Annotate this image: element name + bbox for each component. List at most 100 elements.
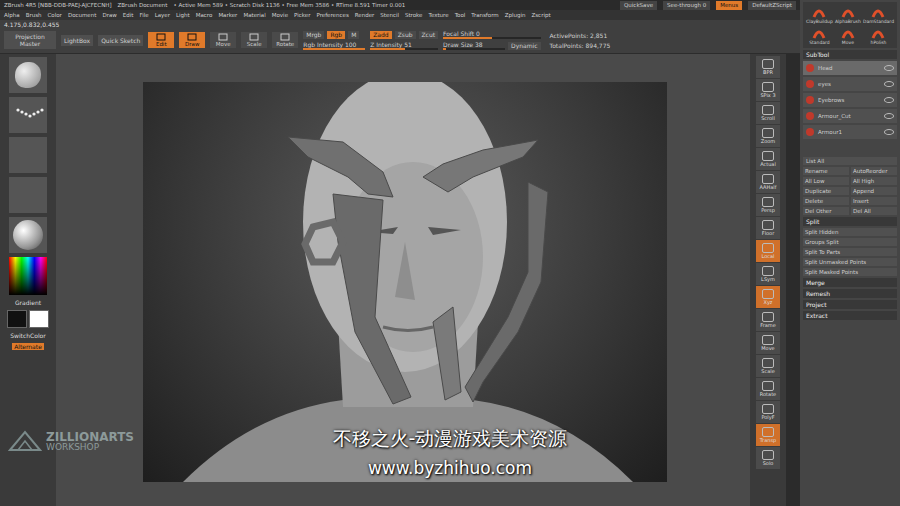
shelf-thumb[interactable]: [9, 137, 47, 173]
menu-item[interactable]: Tool: [455, 12, 466, 18]
view-button[interactable]: Move: [756, 332, 780, 354]
view-button[interactable]: Rotate: [756, 378, 780, 400]
view-button[interactable]: SPix 3: [756, 79, 780, 101]
view-button[interactable]: Frame: [756, 309, 780, 331]
brush-item[interactable]: ClayBuildup: [806, 5, 833, 24]
menu-item[interactable]: Marker: [218, 12, 237, 18]
menu-item[interactable]: Transform: [471, 12, 498, 18]
subtool-button[interactable]: Del Other: [803, 207, 849, 215]
shelf-thumb[interactable]: [9, 57, 47, 93]
subtool-button[interactable]: Duplicate: [803, 187, 849, 195]
subtool-button[interactable]: AutoReorder: [851, 167, 897, 175]
title-button[interactable]: Menus: [716, 1, 742, 10]
view-button[interactable]: AAHalf: [756, 171, 780, 193]
view-button[interactable]: PolyF: [756, 401, 780, 423]
view-button[interactable]: Zoom: [756, 125, 780, 147]
mode-button[interactable]: Edit: [148, 32, 174, 48]
z-intensity-slider[interactable]: Z Intensity 51: [370, 41, 438, 50]
launch-button[interactable]: LightBox: [61, 35, 93, 46]
menu-item[interactable]: Zscript: [531, 12, 550, 18]
view-button[interactable]: Actual: [756, 148, 780, 170]
menu-item[interactable]: Stroke: [405, 12, 423, 18]
mode-button[interactable]: Move: [210, 32, 236, 48]
view-button[interactable]: LSym: [756, 263, 780, 285]
subtool-header[interactable]: SubTool: [803, 50, 897, 59]
subtool-button[interactable]: All High: [851, 177, 897, 185]
menu-item[interactable]: Alpha: [4, 12, 20, 18]
menu-item[interactable]: Macro: [196, 12, 213, 18]
split-button[interactable]: Split Hidden: [803, 228, 897, 236]
subtool-row[interactable]: eyes: [803, 77, 897, 91]
color-mode-button[interactable]: M: [348, 31, 359, 39]
split-button[interactable]: Split Masked Points: [803, 268, 897, 276]
switch-color-button[interactable]: SwitchColor: [10, 332, 46, 339]
brush-item[interactable]: hPolish: [863, 26, 894, 45]
brush-item[interactable]: DamStandard: [863, 5, 894, 24]
menu-item[interactable]: Stencil: [380, 12, 399, 18]
mode-button[interactable]: Rotate: [272, 32, 298, 48]
menu-item[interactable]: Layer: [155, 12, 170, 18]
eye-icon[interactable]: [884, 97, 894, 103]
subtool-button[interactable]: All Low: [803, 177, 849, 185]
subtool-button[interactable]: Delete: [803, 197, 849, 205]
view-button[interactable]: Xyz: [756, 286, 780, 308]
alternate-button[interactable]: Alternate: [12, 343, 44, 350]
color-swatch[interactable]: [7, 310, 27, 328]
dynamic-button[interactable]: Dynamic: [508, 42, 540, 50]
subtool-row[interactable]: Head: [803, 61, 897, 75]
subtool-button[interactable]: Insert: [851, 197, 897, 205]
color-mode-button[interactable]: Rgb: [327, 31, 345, 39]
menu-item[interactable]: File: [139, 12, 148, 18]
focal-shift-slider[interactable]: Focal Shift 0: [443, 30, 540, 39]
view-button[interactable]: Floor: [756, 217, 780, 239]
subtool-button[interactable]: Append: [851, 187, 897, 195]
list-all-button[interactable]: List All: [803, 157, 897, 165]
menu-item[interactable]: Texture: [429, 12, 449, 18]
scroll-strip[interactable]: [786, 54, 800, 506]
launch-button[interactable]: Quick Sketch: [98, 35, 143, 46]
eye-icon[interactable]: [884, 65, 894, 71]
menu-item[interactable]: Picker: [294, 12, 310, 18]
view-button[interactable]: Solo: [756, 447, 780, 469]
view-button[interactable]: Scroll: [756, 102, 780, 124]
rgb-intensity-slider[interactable]: Rgb Intensity 100: [303, 41, 365, 50]
split-button[interactable]: Split To Parts: [803, 248, 897, 256]
section-header[interactable]: Extract: [803, 311, 897, 320]
eye-icon[interactable]: [884, 81, 894, 87]
mode-button[interactable]: Scale: [241, 32, 267, 48]
eye-icon[interactable]: [884, 129, 894, 135]
z-mode-button[interactable]: Zcut: [419, 31, 439, 39]
menu-item[interactable]: Edit: [123, 12, 134, 18]
subtool-row[interactable]: Armour1: [803, 125, 897, 139]
menu-item[interactable]: Document: [68, 12, 97, 18]
z-mode-button[interactable]: Zadd: [370, 31, 391, 39]
menu-item[interactable]: Material: [243, 12, 265, 18]
subtool-row[interactable]: Armour_Cut: [803, 109, 897, 123]
shelf-thumb[interactable]: [9, 97, 47, 133]
shelf-thumb[interactable]: [9, 177, 47, 213]
split-button[interactable]: Split Unmasked Points: [803, 258, 897, 266]
color-mode-button[interactable]: Mrgb: [303, 31, 324, 39]
menu-item[interactable]: Color: [48, 12, 62, 18]
title-button[interactable]: DefaultZScript: [748, 1, 796, 10]
launch-button[interactable]: Projection Master: [4, 31, 56, 49]
draw-size-slider[interactable]: Draw Size 38: [443, 41, 505, 50]
color-swatch[interactable]: [29, 310, 49, 328]
eye-icon[interactable]: [884, 113, 894, 119]
view-button[interactable]: Transp: [756, 424, 780, 446]
split-header[interactable]: Split: [803, 217, 897, 226]
brush-item[interactable]: Standard: [806, 26, 833, 45]
section-header[interactable]: Merge: [803, 278, 897, 287]
view-button[interactable]: Local: [756, 240, 780, 262]
menu-item[interactable]: Light: [176, 12, 190, 18]
gradient-label[interactable]: Gradient: [15, 299, 41, 306]
menu-item[interactable]: Preferences: [316, 12, 348, 18]
section-header[interactable]: Project: [803, 300, 897, 309]
menu-item[interactable]: Zplugin: [505, 12, 526, 18]
title-button[interactable]: See-through 0: [663, 1, 710, 10]
subtool-button[interactable]: Rename: [803, 167, 849, 175]
title-button[interactable]: QuickSave: [620, 1, 657, 10]
view-button[interactable]: Persp: [756, 194, 780, 216]
shelf-thumb[interactable]: [9, 217, 47, 253]
view-button[interactable]: BPR: [756, 56, 780, 78]
